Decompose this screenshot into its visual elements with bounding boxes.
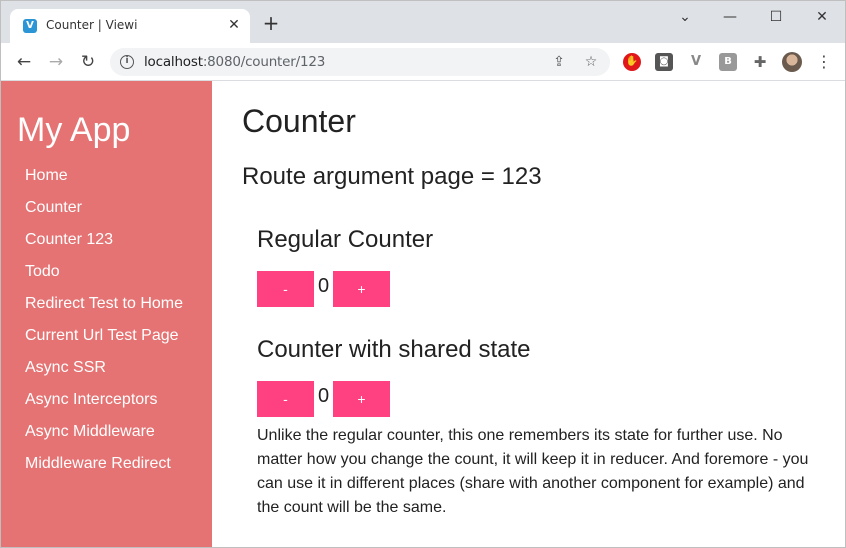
url-text[interactable]: localhost:8080/counter/123	[144, 54, 325, 70]
sidebar-item-home[interactable]: Home	[25, 166, 183, 198]
tab-counter[interactable]: V Counter | Viewi ✕	[10, 9, 250, 43]
tab-strip: V Counter | Viewi ✕ + ⌄ — ☐ ✕	[1, 1, 845, 43]
sidebar-item-counter[interactable]: Counter	[25, 198, 183, 230]
sidebar-nav: Home Counter Counter 123 Todo Redirect T…	[25, 166, 183, 486]
shared-counter-description: Unlike the regular counter, this one rem…	[257, 427, 809, 516]
sidebar: My App Home Counter Counter 123 Todo Red…	[1, 81, 212, 547]
regular-decrement-button[interactable]: -	[257, 271, 314, 307]
url-path: :8080/counter/123	[202, 54, 326, 70]
sidebar-item-async-ssr[interactable]: Async SSR	[25, 358, 183, 390]
route-argument-text: Route argument page = 123	[242, 163, 542, 190]
sidebar-item-counter-123[interactable]: Counter 123	[25, 230, 183, 262]
browser-menu-icon[interactable]: ⋮	[815, 52, 833, 72]
share-icon[interactable]: ⇪	[550, 53, 568, 71]
browser-window: V Counter | Viewi ✕ + ⌄ — ☐ ✕ ← → ↻ i lo…	[0, 0, 846, 548]
minimize-button[interactable]: —	[715, 7, 745, 27]
adblock-extension-icon[interactable]: ✋	[623, 53, 641, 71]
new-tab-button[interactable]: +	[261, 13, 281, 33]
viewi-favicon-icon: V	[23, 19, 37, 33]
maximize-button[interactable]: ☐	[761, 7, 791, 27]
sidebar-item-async-interceptors[interactable]: Async Interceptors	[25, 390, 183, 422]
sidebar-item-redirect-test[interactable]: Redirect Test to Home	[25, 294, 183, 326]
close-window-button[interactable]: ✕	[807, 7, 837, 27]
bookmark-star-icon[interactable]: ☆	[582, 53, 600, 71]
extensions-puzzle-icon[interactable]: ✚	[751, 53, 769, 71]
shared-increment-button[interactable]: +	[333, 381, 390, 417]
shared-counter-value: 0	[318, 385, 330, 407]
sidebar-item-async-middleware[interactable]: Async Middleware	[25, 422, 183, 454]
app-title: My App	[17, 111, 131, 149]
site-info-icon[interactable]: i	[120, 55, 134, 69]
sidebar-item-current-url-test[interactable]: Current Url Test Page	[25, 326, 183, 358]
reload-icon[interactable]: ↻	[77, 51, 99, 73]
page-content: My App Home Counter Counter 123 Todo Red…	[1, 81, 845, 547]
browser-toolbar: ← → ↻ i localhost:8080/counter/123 ⇪ ☆ ✋…	[1, 43, 845, 81]
shared-decrement-button[interactable]: -	[257, 381, 314, 417]
tab-title: Counter | Viewi	[46, 18, 138, 32]
url-host: localhost	[144, 54, 203, 70]
back-arrow-icon[interactable]: ←	[13, 51, 35, 73]
b-extension-icon[interactable]: B	[719, 53, 737, 71]
sidebar-item-middleware-redirect[interactable]: Middleware Redirect	[25, 454, 183, 486]
shared-counter-title: Counter with shared state	[257, 336, 531, 363]
screen-capture-extension-icon[interactable]: ◙	[655, 53, 673, 71]
regular-counter-title: Regular Counter	[257, 226, 434, 253]
vue-devtools-extension-icon[interactable]: V	[687, 53, 705, 71]
regular-counter-value: 0	[318, 275, 330, 297]
regular-increment-button[interactable]: +	[333, 271, 390, 307]
close-tab-icon[interactable]: ✕	[226, 17, 242, 33]
address-bar[interactable]: i localhost:8080/counter/123 ⇪ ☆	[110, 48, 610, 76]
sidebar-item-todo[interactable]: Todo	[25, 262, 183, 294]
profile-avatar[interactable]	[782, 52, 802, 72]
forward-arrow-icon[interactable]: →	[45, 51, 67, 73]
tab-search-chevron-icon[interactable]: ⌄	[670, 7, 700, 27]
page-title: Counter	[242, 103, 356, 139]
